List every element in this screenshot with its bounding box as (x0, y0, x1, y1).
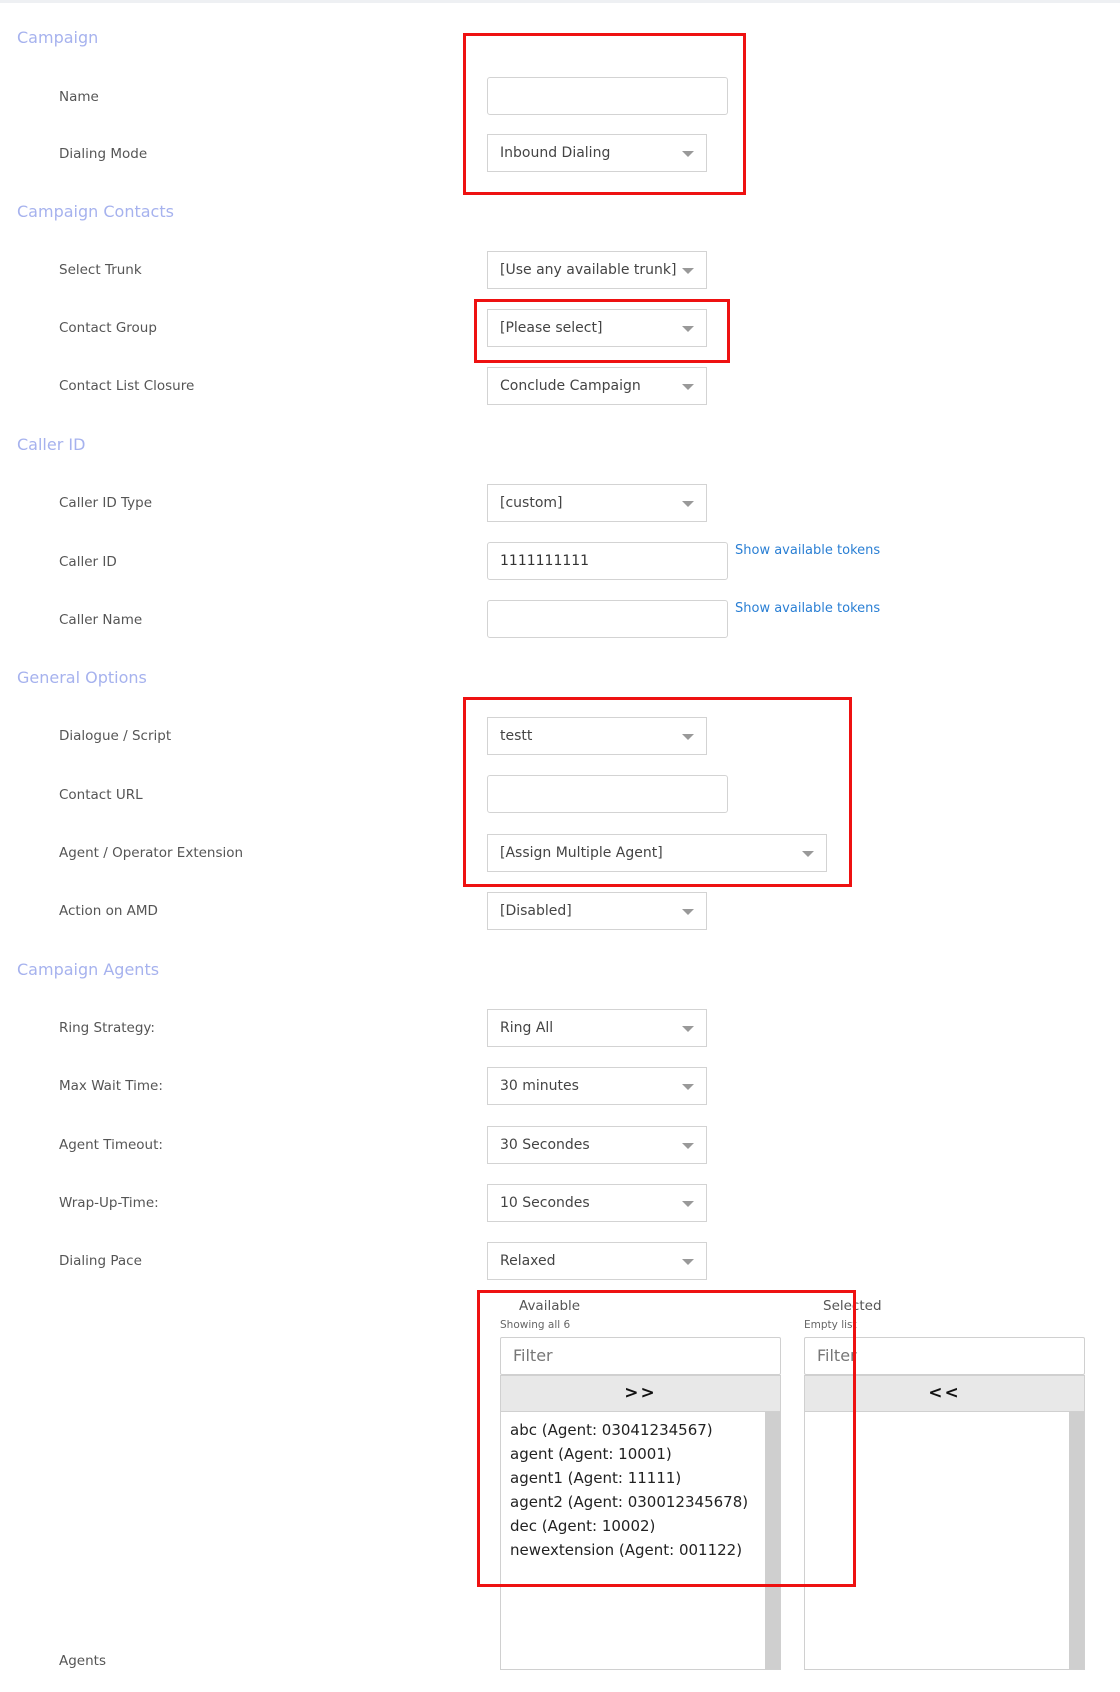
agent-timeout-value: 30 Secondes (500, 1137, 590, 1153)
section-campaign-contacts: Campaign Contacts (17, 202, 174, 221)
name-input[interactable] (487, 77, 728, 115)
chevron-down-icon (682, 909, 694, 915)
list-item[interactable]: abc (Agent: 03041234567) (501, 1418, 780, 1442)
contact-group-value: [Please select] (500, 320, 603, 336)
action-on-amd-value: [Disabled] (500, 903, 572, 919)
chevron-down-icon (682, 268, 694, 274)
max-wait-time-select[interactable]: 30 minutes (487, 1067, 707, 1105)
chevron-down-icon (802, 851, 814, 857)
select-trunk-value: [Use any available trunk] (500, 262, 677, 278)
chevron-down-icon (682, 1201, 694, 1207)
section-caller-id: Caller ID (17, 435, 86, 454)
chevron-down-icon (682, 734, 694, 740)
section-general-options: General Options (17, 668, 147, 687)
select-trunk-label: Select Trunk (59, 262, 142, 278)
dialing-mode-label: Dialing Mode (59, 146, 148, 162)
selected-list-title: Selected (823, 1298, 882, 1314)
contact-group-select[interactable]: [Please select] (487, 309, 707, 347)
dialing-pace-select[interactable]: Relaxed (487, 1242, 707, 1280)
chevron-down-icon (682, 1259, 694, 1265)
available-scrollbar[interactable] (765, 1412, 780, 1669)
caller-id-type-value: [custom] (500, 495, 563, 511)
wrap-up-time-select[interactable]: 10 Secondes (487, 1184, 707, 1222)
top-border (0, 0, 1120, 3)
caller-name-input[interactable] (487, 600, 728, 638)
list-item[interactable]: dec (Agent: 10002) (501, 1514, 780, 1538)
chevron-down-icon (682, 1143, 694, 1149)
chevron-down-icon (682, 501, 694, 507)
action-on-amd-label: Action on AMD (59, 903, 158, 919)
available-listbox[interactable]: abc (Agent: 03041234567) agent (Agent: 1… (500, 1411, 781, 1670)
contact-group-label: Contact Group (59, 320, 157, 336)
dialing-pace-label: Dialing Pace (59, 1253, 142, 1269)
dialing-pace-value: Relaxed (500, 1253, 556, 1269)
agent-extension-label: Agent / Operator Extension (59, 845, 244, 861)
dialogue-script-label: Dialogue / Script (59, 728, 172, 744)
contact-list-closure-select[interactable]: Conclude Campaign (487, 367, 707, 405)
contact-list-closure-label: Contact List Closure (59, 378, 195, 394)
agent-timeout-label: Agent Timeout: (59, 1137, 163, 1153)
dialing-mode-select[interactable]: Inbound Dialing (487, 134, 707, 172)
list-item[interactable]: agent2 (Agent: 030012345678) (501, 1490, 780, 1514)
wrap-up-time-label: Wrap-Up-Time: (59, 1195, 159, 1211)
list-item[interactable]: agent1 (Agent: 11111) (501, 1466, 780, 1490)
available-options: abc (Agent: 03041234567) agent (Agent: 1… (501, 1412, 780, 1562)
dialogue-script-select[interactable]: testt (487, 717, 707, 755)
chevron-down-icon (682, 1026, 694, 1032)
caller-id-type-label: Caller ID Type (59, 495, 153, 511)
move-all-left-button[interactable]: << (804, 1375, 1085, 1412)
available-filter-input[interactable]: Filter (500, 1337, 781, 1375)
chevron-down-icon (682, 384, 694, 390)
contact-list-closure-value: Conclude Campaign (500, 378, 641, 394)
list-item[interactable]: agent (Agent: 10001) (501, 1442, 780, 1466)
agent-timeout-select[interactable]: 30 Secondes (487, 1126, 707, 1164)
select-trunk-select[interactable]: [Use any available trunk] (487, 251, 707, 289)
selected-filter-input[interactable]: Filter (804, 1337, 1085, 1375)
selected-scrollbar[interactable] (1069, 1412, 1084, 1669)
move-all-right-button[interactable]: >> (500, 1375, 781, 1412)
available-list-info: Showing all 6 (500, 1319, 571, 1331)
section-campaign-agents: Campaign Agents (17, 960, 160, 979)
ring-strategy-select[interactable]: Ring All (487, 1009, 707, 1047)
wrap-up-time-value: 10 Secondes (500, 1195, 590, 1211)
contact-url-label: Contact URL (59, 787, 143, 803)
agents-label: Agents (59, 1653, 106, 1669)
caller-id-type-select[interactable]: [custom] (487, 484, 707, 522)
agent-extension-select[interactable]: [Assign Multiple Agent] (487, 834, 827, 872)
section-campaign: Campaign (17, 28, 99, 47)
max-wait-time-value: 30 minutes (500, 1078, 579, 1094)
ring-strategy-value: Ring All (500, 1020, 554, 1036)
dialogue-script-value: testt (500, 728, 533, 744)
action-on-amd-select[interactable]: [Disabled] (487, 892, 707, 930)
chevron-down-icon (682, 1084, 694, 1090)
caller-name-label: Caller Name (59, 612, 143, 628)
max-wait-time-label: Max Wait Time: (59, 1078, 163, 1094)
caller-name-tokens-link[interactable]: Show available tokens (735, 601, 880, 616)
chevron-down-icon (682, 326, 694, 332)
agent-extension-value: [Assign Multiple Agent] (500, 845, 663, 861)
caller-id-label: Caller ID (59, 554, 117, 570)
chevron-down-icon (682, 151, 694, 157)
available-list-title: Available (519, 1298, 581, 1314)
selected-list-info: Empty list (804, 1319, 857, 1331)
caller-id-input[interactable]: 1111111111 (487, 542, 728, 580)
caller-id-tokens-link[interactable]: Show available tokens (735, 543, 880, 558)
ring-strategy-label: Ring Strategy: (59, 1020, 155, 1036)
selected-listbox[interactable] (804, 1411, 1085, 1670)
name-label: Name (59, 89, 99, 105)
dialing-mode-value: Inbound Dialing (500, 145, 611, 161)
contact-url-input[interactable] (487, 775, 728, 813)
list-item[interactable]: newextension (Agent: 001122) (501, 1538, 780, 1562)
